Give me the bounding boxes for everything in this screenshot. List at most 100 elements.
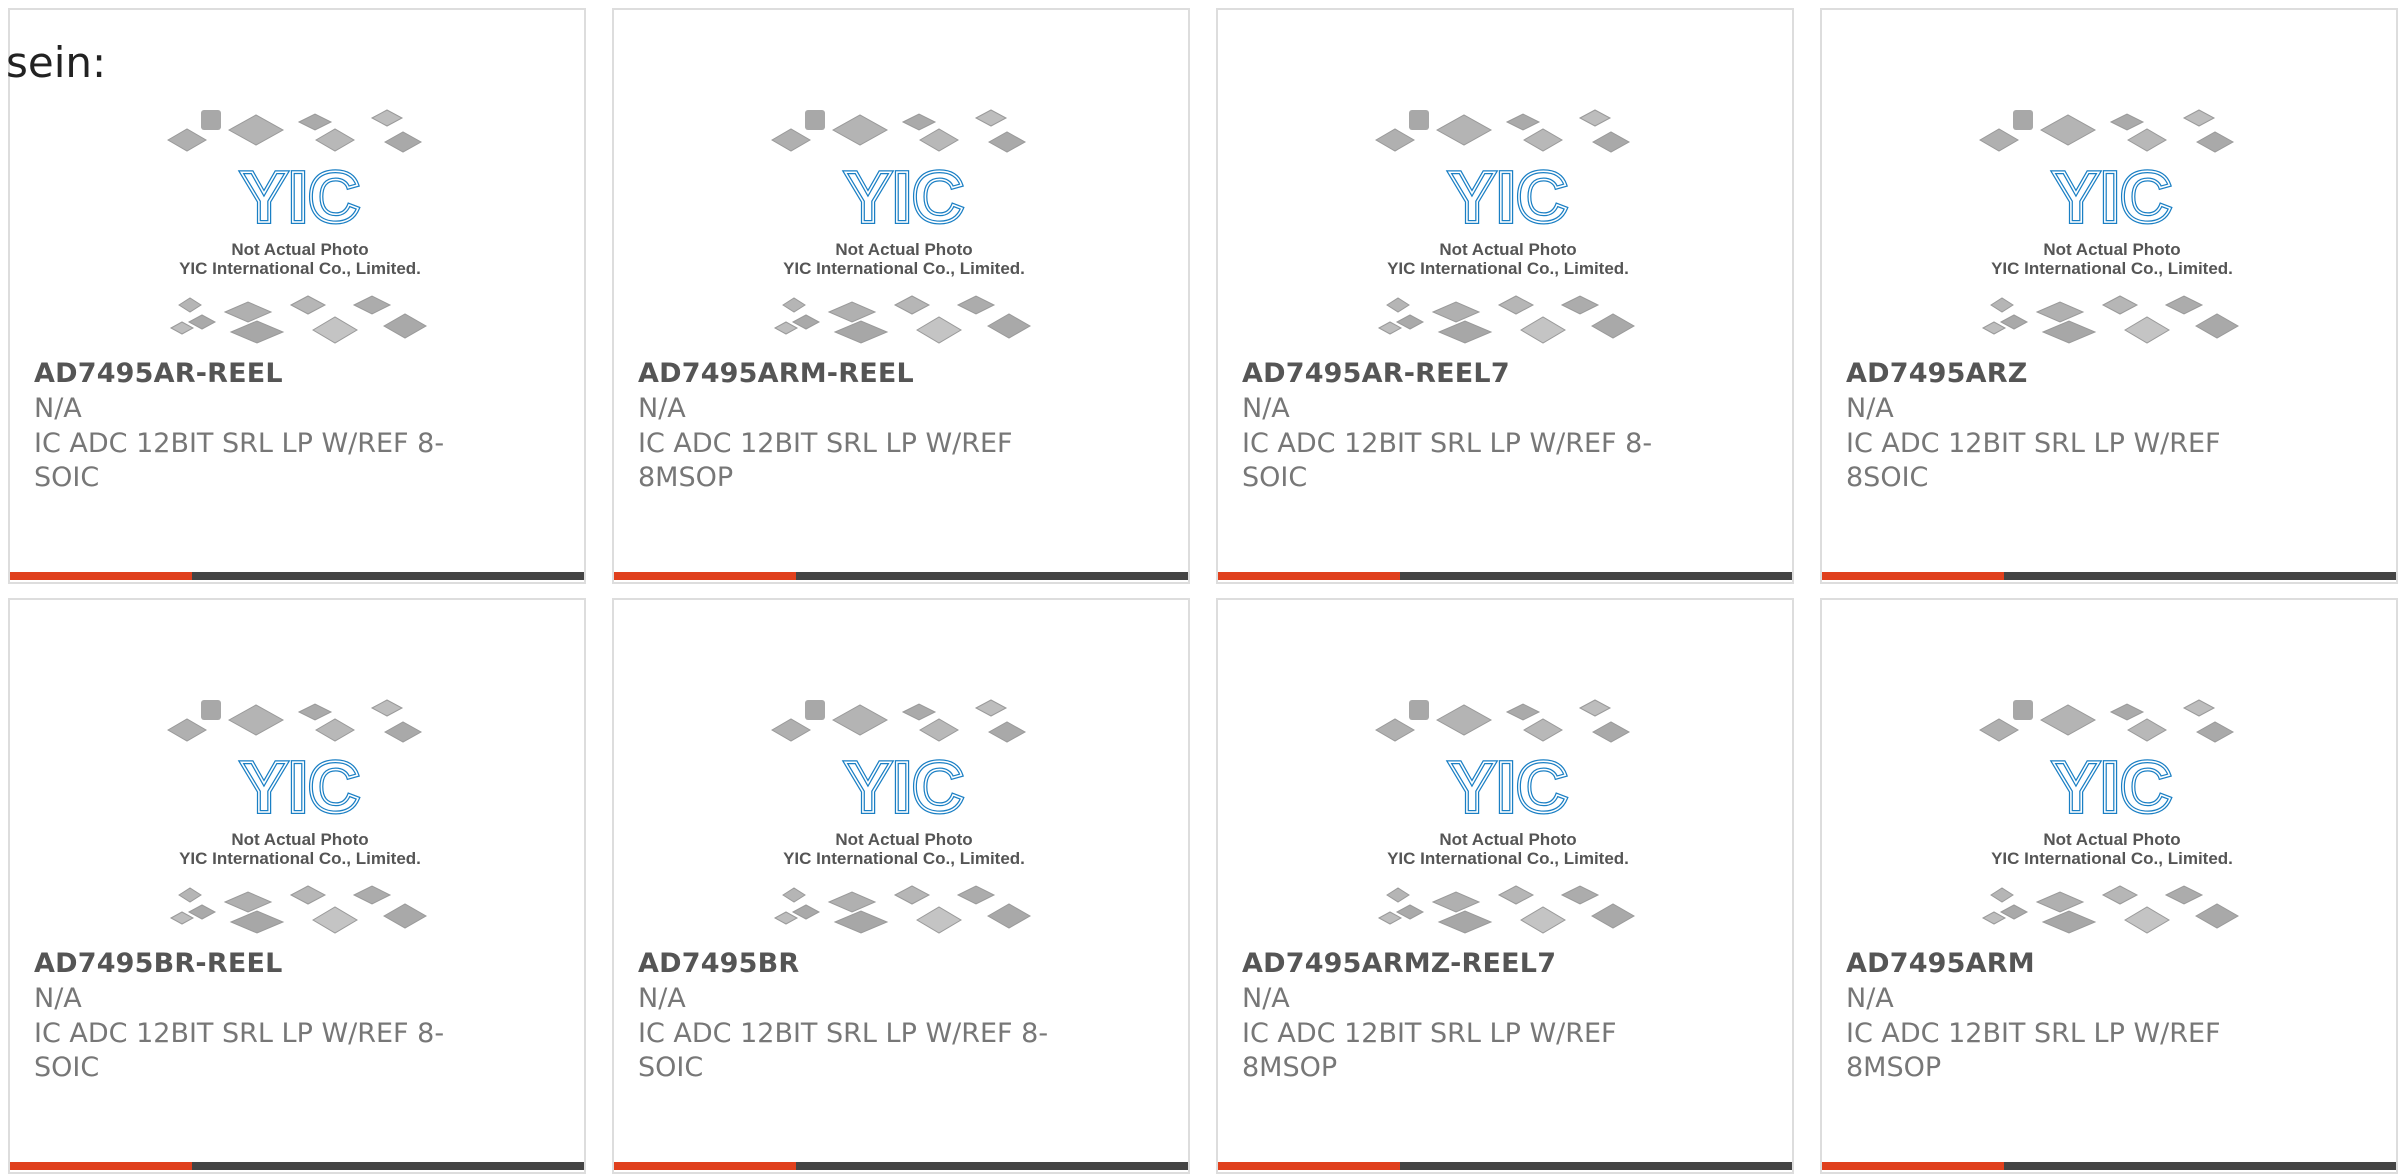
part-number[interactable]: AD7495AR-REEL7 [1242,358,1510,389]
chip-icon [773,911,799,925]
chip-icon [2127,718,2167,742]
part-number[interactable]: AD7495ARM-REEL [638,358,914,389]
product-photo-placeholder: YIC YIC Not Actual Photo YIC International … [1972,690,2252,942]
chip-icon [1990,297,2014,313]
manufacturer: N/A [34,983,82,1014]
product-description: IC ADC 12BIT SRL LP W/REF 8-SOIC [638,1018,1049,1083]
product-card[interactable]: YIC YIC Not Actual Photo YIC International … [1820,8,2398,584]
chip-icon [1377,321,1403,335]
photo-caption-line1: Not Actual Photo [835,240,972,259]
product-card[interactable]: YIC YIC Not Actual Photo YIC International … [1820,598,2398,1174]
not-actual-photo-image: YICYICNot Actual PhotoYIC International … [1979,699,2240,934]
card-bottom-bar [1822,1162,2396,1170]
part-number[interactable]: AD7495ARMZ-REEL7 [1242,948,1556,979]
product-card[interactable]: YIC YIC Not Actual Photo YIC International … [8,598,586,1174]
manufacturer: N/A [34,393,82,424]
chip-icon [289,885,327,905]
chip-icon [370,699,404,717]
chip-icon [227,704,285,736]
product-card[interactable]: YIC YIC Not Actual Photo YIC International … [1216,8,1794,584]
chip-icon [1520,316,1566,344]
chip-icon [1497,295,1535,315]
chip-icon [2039,114,2097,146]
yic-logo-inner: YIC [240,748,360,828]
photo-caption-line2: YIC International Co., Limited. [1991,259,2233,278]
product-description: IC ADC 12BIT SRL LP W/REF 8MSOP [1846,1018,2221,1083]
chip-icon [782,297,806,313]
chip-icon [289,295,327,315]
chip-icon [1497,885,1535,905]
chip-icon [370,109,404,127]
part-number[interactable]: AD7495ARM [1846,948,2035,979]
chip-icon [974,699,1008,717]
part-number[interactable]: AD7495AR-REEL [34,358,283,389]
chip-icon [1377,911,1403,925]
chip-icon [2127,128,2167,152]
chip-icon [223,891,273,913]
photo-caption-line2: YIC International Co., Limited. [1387,259,1629,278]
chip-icon [1560,295,1600,315]
yic-logo-inner: YIC [1448,748,1568,828]
card-bottom-bar [10,572,584,580]
product-description: IC ADC 12BIT SRL LP W/REF 8-SOIC [34,428,445,493]
product-grid: sein: YIC YIC Not Actual Photo YIC Internat… [0,0,2400,1174]
chip-icon [167,128,207,152]
chip-icon [974,109,1008,127]
chip-icon [2109,113,2145,131]
chip-icon [773,321,799,335]
photo-caption-line1: Not Actual Photo [835,830,972,849]
card-accent-bar [1822,1162,2004,1170]
photo-caption-line2: YIC International Co., Limited. [179,259,421,278]
chip-icon [791,314,821,330]
chip-icon [893,295,931,315]
chip-icon [956,885,996,905]
part-number[interactable]: AD7495BR-REEL [34,948,283,979]
chip-icon [1990,887,2014,903]
product-description: IC ADC 12BIT SRL LP W/REF 8SOIC [1846,428,2221,493]
photo-caption-line1: Not Actual Photo [231,240,368,259]
part-number[interactable]: AD7495BR [638,948,799,979]
chip-icon [1395,904,1425,920]
chip-icon [1979,718,2019,742]
card-bottom-bar [614,572,1188,580]
chip-icon [1590,903,1636,929]
chip-icon [169,911,195,925]
manufacturer: N/A [1242,393,1290,424]
product-description: IC ADC 12BIT SRL LP W/REF 8-SOIC [34,1018,445,1083]
chip-icon [771,128,811,152]
chip-icon [831,114,889,146]
chip-icon [2013,700,2033,720]
chip-icon [1979,128,2019,152]
chip-icon [831,704,889,736]
chip-icon [893,885,931,905]
product-photo-placeholder: YIC YIC Not Actual Photo YIC International … [1368,690,1648,942]
part-number[interactable]: AD7495ARZ [1846,358,2028,389]
product-card[interactable]: YIC YIC Not Actual Photo YIC International … [612,598,1190,1174]
chip-icon [169,321,195,335]
chip-icon [2035,891,2085,913]
chip-icon [986,903,1032,929]
chip-icon [315,718,355,742]
chip-icon [2182,699,2216,717]
chip-icon [1578,109,1612,127]
chip-icon [201,110,221,130]
photo-caption-line1: Not Actual Photo [1439,830,1576,849]
chip-icon [229,910,285,934]
product-card[interactable]: YIC YIC Not Actual Photo YIC International … [1216,598,1794,1174]
product-card[interactable]: YIC YIC Not Actual Photo YIC International … [8,8,586,584]
product-photo-placeholder: YIC YIC Not Actual Photo YIC International … [1972,100,2252,352]
product-photo-placeholder: YIC YIC Not Actual Photo YIC International … [764,100,1044,352]
product-card[interactable]: YIC YIC Not Actual Photo YIC International … [612,8,1190,584]
chip-icon [201,700,221,720]
chip-icon [1999,904,2029,920]
manufacturer: N/A [638,393,686,424]
chip-icon [187,904,217,920]
not-actual-photo-image: YICYICNot Actual PhotoYIC International … [1375,699,1636,934]
chip-icon [916,316,962,344]
card-accent-bar [614,1162,796,1170]
chip-icon [901,113,937,131]
chip-icon [297,113,333,131]
chip-icon [1590,313,1636,339]
chip-icon [2124,316,2170,344]
card-bottom-bar [1822,572,2396,580]
